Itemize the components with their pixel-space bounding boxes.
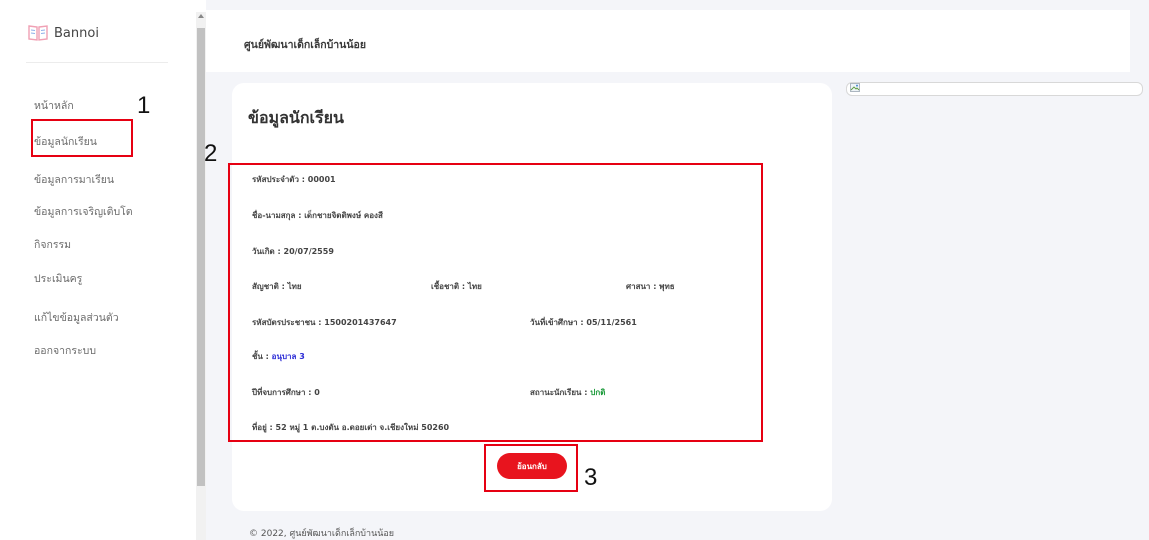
open-book-icon <box>28 25 48 41</box>
sidebar-item-growth[interactable]: ข้อมูลการเจริญเติบโต <box>34 203 133 220</box>
annotation-box-1 <box>31 119 133 157</box>
brand-name: Bannoi <box>54 25 99 41</box>
annotation-box-3 <box>484 444 578 492</box>
sidebar-item-attendance[interactable]: ข้อมูลการมาเรียน <box>34 171 114 188</box>
footer-copyright: © 2022, ศูนย์พัฒนาเด็กเล็กบ้านน้อย <box>249 529 395 539</box>
scroll-up-icon[interactable] <box>198 14 204 18</box>
page-title: ศูนย์พัฒนาเด็กเล็กบ้านน้อย <box>244 39 366 51</box>
sidebar-item-activities[interactable]: กิจกรรม <box>34 236 71 253</box>
annotation-box-2 <box>228 163 763 442</box>
broken-image <box>846 82 1143 96</box>
brand[interactable]: Bannoi <box>28 24 99 42</box>
annotation-number-1: 1 <box>137 92 151 119</box>
sidebar-item-edit-profile[interactable]: แก้ไขข้อมูลส่วนตัว <box>34 309 119 326</box>
scrollbar-thumb[interactable] <box>197 28 205 486</box>
sidebar-item-logout[interactable]: ออกจากระบบ <box>34 342 96 359</box>
sidebar-item-home[interactable]: หน้าหลัก <box>34 97 74 114</box>
annotation-number-3: 3 <box>584 464 598 491</box>
annotation-number-2: 2 <box>204 140 218 167</box>
card-title: ข้อมูลนักเรียน <box>248 108 344 127</box>
sidebar-item-teacher-evaluation[interactable]: ประเมินครู <box>34 270 82 287</box>
broken-image-icon <box>850 83 860 92</box>
sidebar-divider <box>26 62 168 63</box>
